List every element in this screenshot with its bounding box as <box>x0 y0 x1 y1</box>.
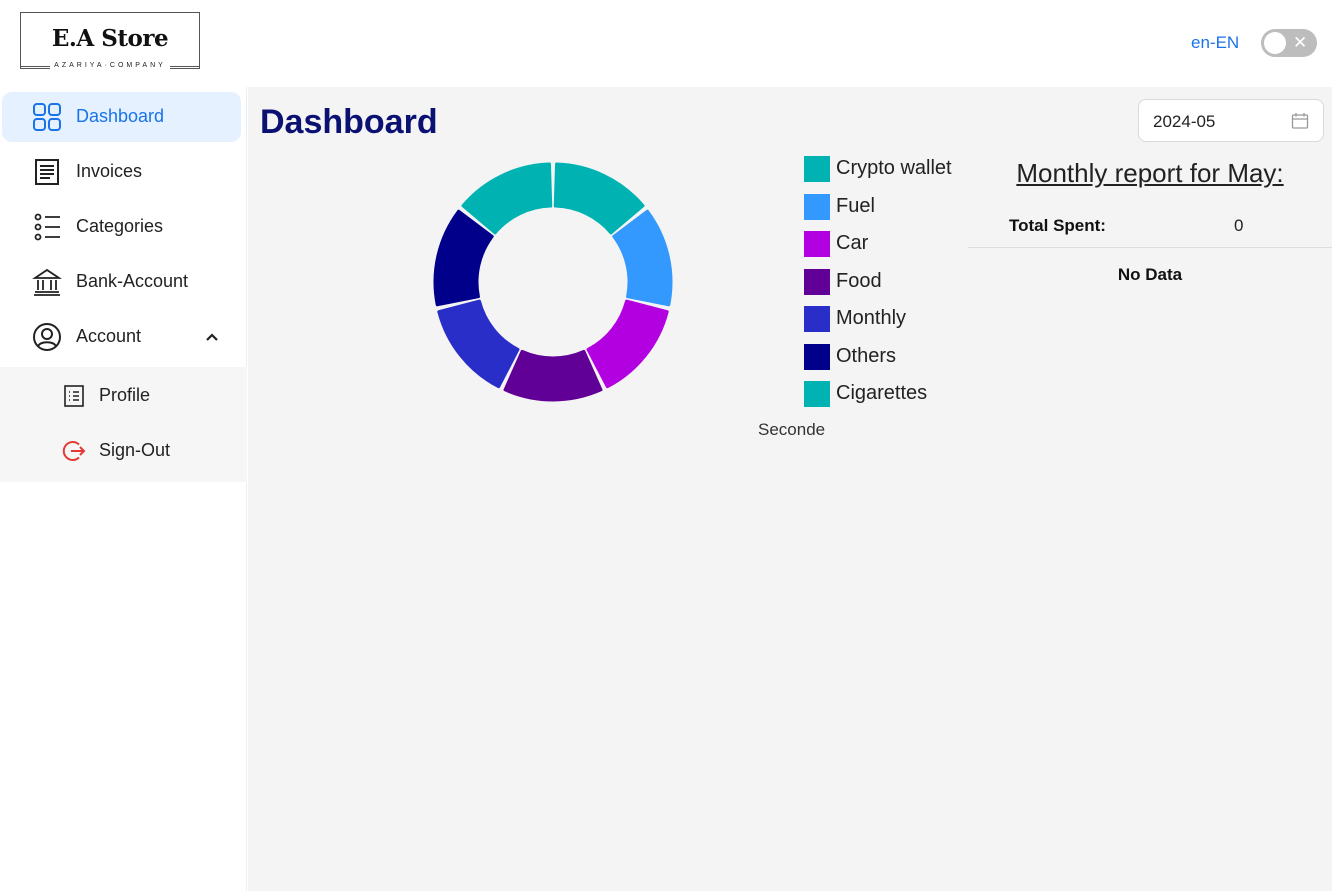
month-picker-value: 2024-05 <box>1153 112 1216 131</box>
language-selector[interactable]: en-EN <box>1191 33 1239 53</box>
sidebar-item-sign-out[interactable]: Sign-Out <box>0 422 247 477</box>
sidebar-item-label: Profile <box>99 385 151 405</box>
bank-icon <box>32 268 62 296</box>
grid-icon <box>33 103 61 131</box>
total-spent-value: 0 <box>1234 216 1244 235</box>
donut-slice-food[interactable] <box>503 349 603 402</box>
legend-swatch <box>804 156 830 182</box>
total-spent-row: Total Spent: 0 <box>968 210 1332 248</box>
legend-swatch <box>804 381 830 407</box>
sidebar-item-label: Sign-Out <box>99 440 171 460</box>
report-title: Monthly report for May: <box>1016 158 1284 188</box>
legend-item[interactable]: Others <box>804 342 1004 372</box>
theme-toggle[interactable]: ✕ <box>1261 29 1317 57</box>
main-content: Dashboard 2024-05 Crypto wallet Fuel Car Fo… <box>248 87 1332 891</box>
user-circle-icon <box>33 323 61 351</box>
total-spent-label: Total Spent: <box>1009 216 1106 235</box>
store-logo[interactable]: E.A Store AZARIYA·COMPANY <box>20 12 200 69</box>
donut-chart <box>433 162 673 402</box>
sidebar-item-account[interactable]: Account <box>2 312 241 362</box>
sidebar-item-label: Bank-Account <box>76 271 189 291</box>
sidebar: Dashboard Invoices Categories Bank-Accou… <box>0 87 247 891</box>
close-icon: ✕ <box>1293 33 1308 52</box>
list-icon <box>34 213 60 241</box>
profile-list-icon <box>64 385 84 407</box>
sidebar-item-label: Account <box>76 326 142 346</box>
legend-item[interactable]: Monthly <box>804 304 1004 334</box>
donut-slice-fuel[interactable] <box>612 209 673 307</box>
legend-swatch <box>804 231 830 257</box>
legend-swatch <box>804 268 830 295</box>
receipt-icon <box>35 159 59 185</box>
sidebar-item-dashboard[interactable]: Dashboard <box>2 92 241 142</box>
sidebar-item-invoices[interactable]: Invoices <box>2 147 241 197</box>
legend-label: Monthly <box>836 307 907 329</box>
sidebar-item-label: Invoices <box>76 161 143 181</box>
month-picker[interactable]: 2024-05 <box>1138 99 1324 142</box>
chevron-up-icon[interactable] <box>202 327 222 347</box>
sidebar-item-profile[interactable]: Profile <box>0 367 247 422</box>
sidebar-item-label: Dashboard <box>76 106 165 126</box>
legend-label: Fuel <box>836 194 875 217</box>
account-submenu: Profile Sign-Out <box>0 367 247 482</box>
legend-item[interactable]: Cigarettes <box>804 379 1004 409</box>
legend-label: Car <box>836 232 869 254</box>
donut-slice-others[interactable] <box>433 209 494 307</box>
sidebar-item-bank-account[interactable]: Bank-Account <box>2 257 241 307</box>
legend-label: Cigarettes <box>836 382 928 404</box>
sidebar-item-label: Categories <box>76 216 164 236</box>
no-data-message: No Data <box>1117 265 1183 284</box>
calendar-icon <box>1291 113 1309 129</box>
chart-caption: Seconde <box>758 420 826 439</box>
legend-swatch <box>804 306 830 332</box>
legend-swatch <box>804 343 830 370</box>
app-header: E.A Store AZARIYA·COMPANY en-EN ✕ <box>0 0 1332 87</box>
sign-out-icon <box>62 441 86 461</box>
legend-swatch <box>804 193 830 220</box>
donut-slice-car[interactable] <box>586 299 669 389</box>
legend-label: Others <box>836 344 897 367</box>
sidebar-item-categories[interactable]: Categories <box>2 202 241 252</box>
toggle-knob <box>1264 32 1286 54</box>
page-title: Dashboard <box>260 103 438 141</box>
legend-label: Crypto wallet <box>836 157 952 179</box>
donut-slice-monthly[interactable] <box>437 299 520 389</box>
logo-subtitle: AZARIYA·COMPANY <box>50 62 170 69</box>
legend-label: Food <box>836 269 882 292</box>
logo-title: E.A Store <box>51 25 169 52</box>
